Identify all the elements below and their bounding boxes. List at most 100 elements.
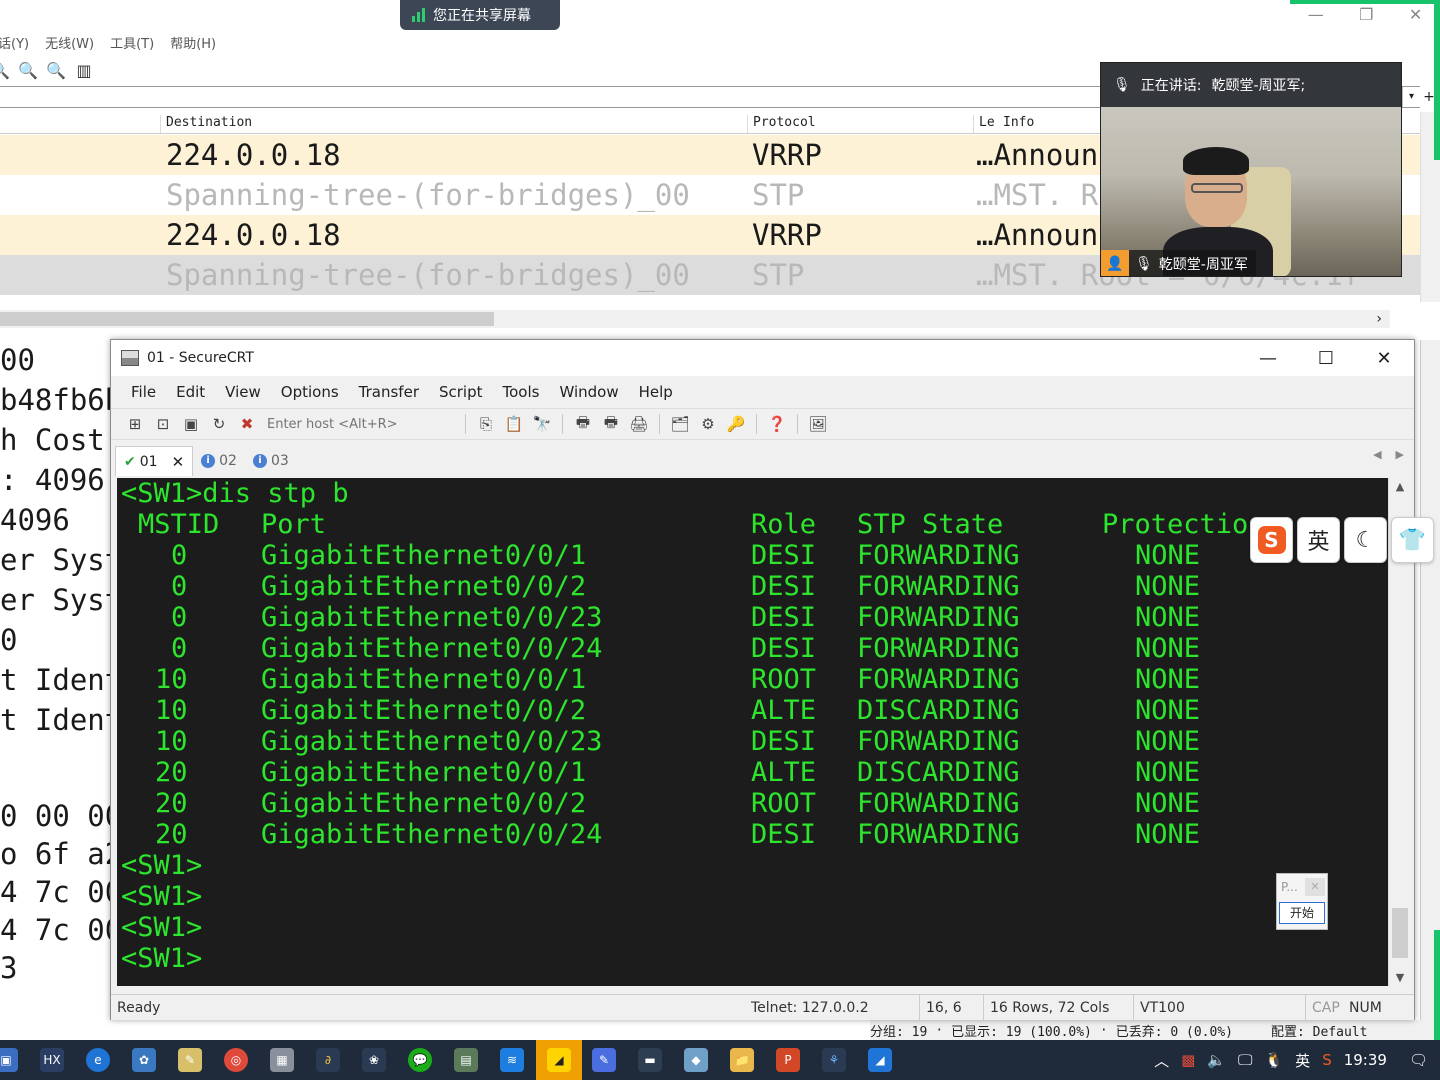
menu-file[interactable]: File <box>131 383 156 401</box>
filter-dropdown-icon[interactable]: ▾ <box>1402 87 1420 107</box>
detail-line[interactable]: t Identifier 0 <box>0 700 244 740</box>
detail-line[interactable]: t Identifier 0 <box>0 660 244 700</box>
print-selection-icon[interactable]: 🖶 <box>599 413 623 435</box>
file-explorer-icon[interactable]: 📁 <box>730 1048 754 1072</box>
detail-line[interactable]: 0 <box>0 620 112 660</box>
quick-connect-icon[interactable]: ⊡ <box>151 413 175 435</box>
connect-icon[interactable]: ⊞ <box>123 413 147 435</box>
app-icon[interactable]: ⚘ <box>822 1048 846 1072</box>
start-icon[interactable]: ▣ <box>0 1048 18 1072</box>
network-icon[interactable]: 🖵 <box>1238 1051 1252 1069</box>
app-icon[interactable]: ▦ <box>270 1048 294 1072</box>
column-length[interactable]: Le <box>973 115 995 133</box>
packet-list-hscrollbar[interactable]: › <box>0 310 1390 328</box>
keymap-icon[interactable]: 🔑 <box>724 413 748 435</box>
meeting-icon[interactable]: ≋ <box>500 1048 524 1072</box>
menu-edit[interactable]: Edit <box>176 383 205 401</box>
reconnect-icon[interactable]: ↻ <box>207 413 231 435</box>
detail-line[interactable]: : 4096 <box>0 460 112 500</box>
zoom-reset-icon[interactable]: 🔍 <box>46 60 66 80</box>
tab-02[interactable]: i 02 <box>193 446 245 476</box>
detail-line[interactable]: er System ID <box>0 580 210 620</box>
menu-script[interactable]: Script <box>439 383 483 401</box>
menu-tools[interactable]: Tools <box>503 383 540 401</box>
help-icon[interactable]: ❓ <box>765 413 789 435</box>
close-button[interactable]: ✕ <box>1355 340 1413 376</box>
ime-lang-indicator[interactable]: 英 <box>1295 1050 1310 1071</box>
scroll-thumb[interactable] <box>1392 908 1408 958</box>
app-hdx-icon[interactable]: HX <box>40 1048 64 1072</box>
tab-01[interactable]: ✔ 01 ✕ <box>115 446 194 476</box>
moon-icon[interactable]: ☾ <box>1344 517 1387 563</box>
session-options-icon[interactable]: 🗂 <box>668 413 692 435</box>
scroll-up-icon[interactable]: ▲ <box>1389 480 1411 493</box>
paste-icon[interactable]: 📋 <box>502 413 526 435</box>
ime-language-toggle[interactable]: 英 <box>1297 517 1340 563</box>
scroll-down-icon[interactable]: ▼ <box>1389 971 1411 984</box>
menu-help[interactable]: 帮助(H) <box>170 33 216 52</box>
edge-icon[interactable]: e <box>86 1048 110 1072</box>
close-icon[interactable]: ✕ <box>1409 5 1422 24</box>
notification-icon[interactable]: 🗨 <box>1409 1051 1428 1069</box>
minimize-button[interactable]: — <box>1239 340 1297 376</box>
video-call-window[interactable]: 🎙 正在讲话: 乾颐堂-周亚军; 👤 🎙 乾颐堂-周亚军 <box>1100 62 1402 277</box>
menu-wireless[interactable]: 无线(W) <box>45 33 94 52</box>
disconnect-icon[interactable]: ✖ <box>235 413 259 435</box>
print-icon[interactable]: 🖨 <box>627 413 651 435</box>
settings-gear-icon[interactable]: ❀ <box>362 1048 386 1072</box>
detail-line[interactable]: b48fb6b <box>0 380 122 420</box>
global-options-icon[interactable]: ⚙ <box>696 413 720 435</box>
host-input[interactable] <box>267 413 457 435</box>
clock[interactable]: 19:39 <box>1344 1051 1387 1069</box>
skin-shirt-icon[interactable]: 👕 <box>1391 517 1434 563</box>
app-tray-icon[interactable]: ▩ <box>1181 1051 1195 1069</box>
menu-transfer[interactable]: Transfer <box>359 383 419 401</box>
print-setup-icon[interactable]: 🖶 <box>571 413 595 435</box>
details-scrollbar[interactable] <box>1420 340 1440 1020</box>
menu-view[interactable]: View <box>225 383 261 401</box>
wireshark-icon[interactable]: ◢ <box>868 1048 892 1072</box>
show-hidden-icon[interactable]: ︿ <box>1154 1050 1169 1071</box>
hscroll-thumb[interactable] <box>0 312 494 326</box>
paint-icon[interactable]: ✎ <box>178 1048 202 1072</box>
find-icon[interactable]: 🔭 <box>530 413 554 435</box>
volume-icon[interactable]: 🔈 <box>1207 1051 1226 1069</box>
sticky-notes-icon[interactable]: ◢ <box>547 1048 571 1072</box>
zoom-out-icon[interactable]: 🔍 <box>0 60 10 80</box>
minimize-icon[interactable]: — <box>1308 5 1324 24</box>
restore-icon[interactable]: ❐ <box>1359 5 1373 24</box>
detail-line[interactable]: 00 <box>0 340 112 380</box>
status-profile[interactable]: 配置: Default <box>1271 1021 1367 1040</box>
menu-telephony[interactable]: 话(Y) <box>0 33 29 52</box>
app-icon[interactable]: ◆ <box>684 1048 708 1072</box>
maximize-button[interactable]: ☐ <box>1297 340 1355 376</box>
detail-line[interactable]: er System ID Extension <box>0 540 384 580</box>
copy-icon[interactable]: ⎘ <box>474 413 498 435</box>
detail-line[interactable]: 4096 <box>0 500 112 540</box>
app-icon[interactable]: ✎ <box>592 1048 616 1072</box>
photos-icon[interactable]: ✿ <box>132 1048 156 1072</box>
connect-tab-icon[interactable]: ▣ <box>179 413 203 435</box>
close-icon[interactable]: ✕ <box>1305 878 1325 896</box>
powerpoint-icon[interactable]: P <box>776 1048 800 1072</box>
app-icon[interactable]: ∂ <box>316 1048 340 1072</box>
menu-window[interactable]: Window <box>559 383 618 401</box>
wechat-icon[interactable]: 💬 <box>408 1048 432 1072</box>
resize-columns-icon[interactable]: ▥ <box>74 60 94 80</box>
scroll-right-icon[interactable]: › <box>1376 310 1382 328</box>
qq-icon[interactable]: 🐧 <box>1264 1051 1283 1069</box>
securecrt-titlebar[interactable]: 01 - SecureCRT — ☐ ✕ <box>111 340 1414 376</box>
column-protocol[interactable]: Protocol <box>747 115 816 133</box>
terminal-screen[interactable]: <SW1>dis stp b MSTID Port Role STP State… <box>117 478 1388 986</box>
zoom-in-icon[interactable]: 🔍 <box>18 60 38 80</box>
menu-options[interactable]: Options <box>281 383 339 401</box>
menu-tools[interactable]: 工具(T) <box>110 33 154 52</box>
app-icon[interactable]: ▤ <box>454 1048 478 1072</box>
sftp-icon[interactable]: 🖼 <box>806 413 830 435</box>
sogou-tray-icon[interactable]: S <box>1322 1051 1332 1069</box>
chrome-icon[interactable]: ◎ <box>224 1048 248 1072</box>
column-info[interactable]: Info <box>998 115 1034 133</box>
menu-help[interactable]: Help <box>639 383 673 401</box>
tab-left-icon[interactable]: ◀ <box>1373 448 1381 461</box>
terminal-app-icon[interactable]: ▬ <box>638 1048 662 1072</box>
